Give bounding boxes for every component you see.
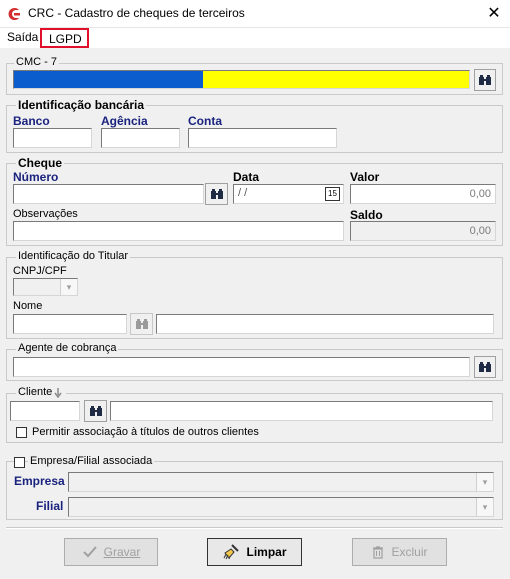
- agencia-input[interactable]: [101, 128, 180, 148]
- agente-input[interactable]: [13, 357, 470, 377]
- excluir-button[interactable]: Excluir: [352, 538, 447, 566]
- filial-select[interactable]: ▾: [68, 497, 494, 517]
- banco-label: Banco: [13, 114, 50, 128]
- chevron-down-icon: ▾: [476, 473, 493, 491]
- data-input[interactable]: / / 15: [233, 184, 344, 204]
- limpar-label: Limpar: [246, 545, 287, 559]
- banco-input[interactable]: [13, 128, 92, 148]
- bank-legend: Identificação bancária: [16, 98, 147, 112]
- numero-input[interactable]: [13, 184, 204, 204]
- limpar-button[interactable]: Limpar: [207, 538, 302, 566]
- chevron-down-icon: ▾: [60, 279, 77, 295]
- window-title: CRC - Cadastro de cheques de terceiros: [28, 6, 245, 20]
- allow-other-clients-checkbox[interactable]: [16, 427, 27, 438]
- cmc-input[interactable]: [13, 70, 470, 89]
- binoculars-icon: [210, 189, 223, 199]
- excluir-label: Excluir: [391, 545, 428, 559]
- nome-search-button: [130, 313, 153, 335]
- observacoes-label: Observações: [13, 208, 78, 220]
- numero-label: Número: [13, 170, 59, 184]
- cheque-legend: Cheque: [16, 156, 65, 170]
- saldo-input: 0,00: [350, 221, 496, 241]
- allow-other-clients-label: Permitir associação à títulos de outros …: [32, 426, 259, 438]
- arrow-down-icon: [54, 388, 62, 398]
- binoculars-icon: [135, 319, 148, 329]
- checkmark-icon: [82, 546, 97, 558]
- nome-code-input[interactable]: [13, 314, 127, 334]
- cmc-selection-highlight: [14, 71, 203, 88]
- cnpj-select[interactable]: ▾: [13, 278, 78, 296]
- calendar-icon[interactable]: 15: [325, 187, 340, 201]
- empresa-select[interactable]: ▾: [68, 472, 494, 492]
- binoculars-icon: [479, 362, 491, 372]
- empresa-label: Empresa: [14, 474, 65, 488]
- chevron-down-icon: ▾: [476, 498, 493, 516]
- cmc-search-button[interactable]: [474, 69, 496, 91]
- cliente-search-button[interactable]: [84, 400, 107, 422]
- cmc-legend: CMC - 7: [14, 56, 59, 68]
- filial-label: Filial: [36, 499, 64, 513]
- nome-input[interactable]: [156, 314, 494, 334]
- agente-search-button[interactable]: [474, 356, 496, 378]
- bottom-divider-highlight: [6, 528, 503, 529]
- nome-label: Nome: [13, 300, 43, 312]
- numero-search-button[interactable]: [205, 183, 228, 205]
- data-value: / /: [238, 187, 248, 199]
- menu-lgpd[interactable]: LGPD: [40, 28, 89, 48]
- close-button[interactable]: ✕: [478, 0, 510, 28]
- titular-legend: Identificação do Titular: [16, 250, 131, 262]
- cliente-code-input[interactable]: [10, 401, 80, 421]
- binoculars-icon: [479, 75, 491, 85]
- crc-app-icon: [8, 8, 20, 20]
- binoculars-icon: [89, 406, 102, 416]
- conta-label: Conta: [188, 114, 222, 128]
- agente-legend: Agente de cobrança: [16, 342, 119, 354]
- conta-input[interactable]: [188, 128, 337, 148]
- gravar-button[interactable]: Gravar: [64, 538, 158, 566]
- cnpj-label: CNPJ/CPF: [13, 265, 67, 277]
- broom-icon: [224, 544, 240, 560]
- agencia-label: Agência: [101, 114, 148, 128]
- empresa-filial-label: Empresa/Filial associada: [28, 455, 155, 467]
- observacoes-input[interactable]: [13, 221, 344, 241]
- trash-icon: [373, 546, 384, 559]
- saldo-label: Saldo: [350, 208, 383, 222]
- menu-saida[interactable]: Saída: [7, 28, 38, 48]
- data-label: Data: [233, 170, 260, 184]
- valor-label: Valor: [350, 170, 380, 184]
- gravar-label: Gravar: [103, 545, 141, 559]
- cliente-name-input[interactable]: [110, 401, 493, 421]
- empresa-filial-checkbox[interactable]: [14, 457, 25, 468]
- valor-input[interactable]: 0,00: [350, 184, 496, 204]
